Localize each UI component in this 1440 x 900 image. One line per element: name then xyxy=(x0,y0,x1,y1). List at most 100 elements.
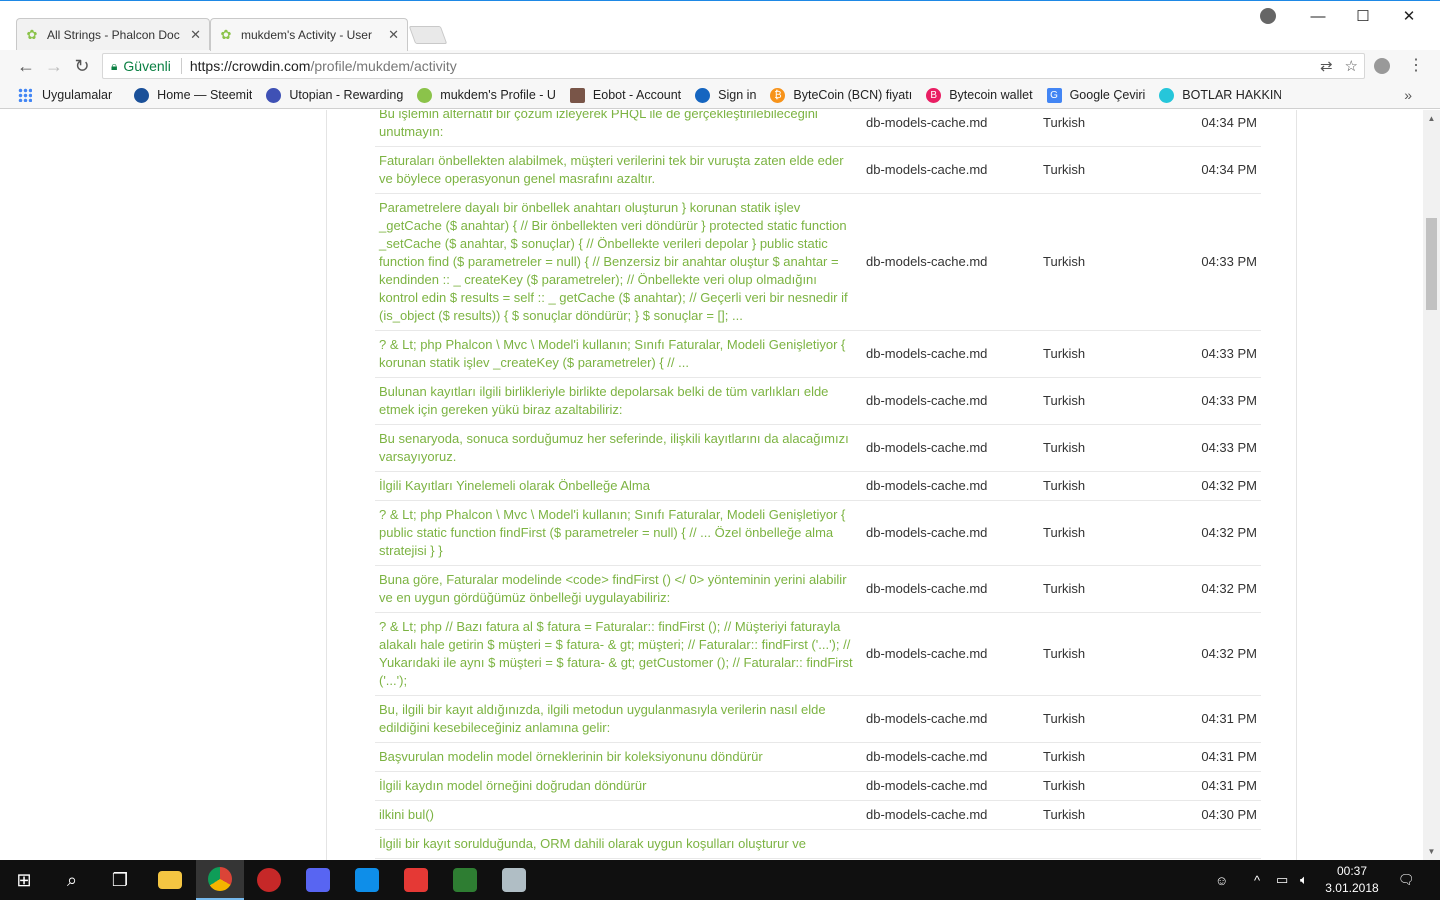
url-path: /profile/mukdem/activity xyxy=(310,58,457,74)
activity-string-link[interactable]: Başvurulan modelin model örneklerinin bi… xyxy=(375,742,862,772)
people-icon[interactable]: ☺ xyxy=(1215,860,1228,900)
action-center-icon[interactable]: 🗨︎ xyxy=(1398,860,1415,900)
forward-icon[interactable]: → xyxy=(41,54,67,78)
file-name: db-models-cache.md xyxy=(862,471,1039,501)
bytecoin-wallet-icon: B xyxy=(926,87,942,103)
chrome-icon[interactable] xyxy=(196,860,244,900)
translate-icon[interactable]: ⇄ xyxy=(1320,57,1333,75)
page-scrollbar[interactable]: ▲ ▼ xyxy=(1423,110,1440,860)
bookmark-utopian[interactable]: Utopian - Rewarding xyxy=(266,87,403,103)
language: Turkish xyxy=(1039,695,1189,743)
timestamp: 04:31 PM xyxy=(1189,771,1261,801)
volume-icon[interactable]: 🔈︎ xyxy=(1300,860,1308,900)
language: Turkish xyxy=(1039,424,1189,472)
apps-grid-icon[interactable] xyxy=(18,88,32,102)
profile-icon[interactable] xyxy=(1260,8,1276,24)
timestamp: 04:32 PM xyxy=(1189,565,1261,613)
file-name: db-models-cache.md xyxy=(862,800,1039,830)
bookmark-eobot[interactable]: Eobot - Account xyxy=(569,87,681,103)
language: Turkish xyxy=(1039,565,1189,613)
address-bar[interactable]: 🔒︎ Güvenli https://crowdin.com/profile/m… xyxy=(102,53,1365,79)
new-tab-button[interactable] xyxy=(408,26,448,44)
activity-string-link[interactable]: İlgili bir kayıt sorulduğunda, ORM dahil… xyxy=(375,829,862,859)
activity-string-link[interactable]: Faturaları önbellekten alabilmek, müşter… xyxy=(375,146,862,194)
bookmark-bytecoin-price[interactable]: ₿ ByteCoin (BCN) fiyatı xyxy=(770,87,913,103)
menu-dots-icon[interactable]: ⋮ xyxy=(1408,55,1424,75)
timestamp xyxy=(1189,829,1261,859)
tab-activity[interactable]: ✿ mukdem's Activity - User ✕ xyxy=(210,18,408,51)
bookmark-bytecoin-wallet[interactable]: B Bytecoin wallet xyxy=(926,87,1033,103)
extension-icon[interactable] xyxy=(1374,58,1390,74)
language: Turkish xyxy=(1039,742,1189,772)
activity-string-link[interactable]: İlgili kaydın model örneğini doğrudan dö… xyxy=(375,771,862,801)
activity-string-link[interactable]: ? & Lt; php // Bazı fatura al $ fatura =… xyxy=(375,612,862,696)
scroll-down-icon[interactable]: ▼ xyxy=(1423,843,1440,860)
file-explorer-icon[interactable] xyxy=(146,860,194,900)
teamviewer-icon[interactable] xyxy=(343,860,391,900)
maximize-icon[interactable]: ☐ xyxy=(1340,1,1386,31)
language: Turkish xyxy=(1039,110,1189,147)
activity-string-link[interactable]: ilkini bul() xyxy=(375,800,862,830)
search-icon[interactable]: ⌕ xyxy=(48,860,96,900)
utopian-icon xyxy=(266,87,282,103)
language: Turkish xyxy=(1039,500,1189,566)
bookmark-label: Sign in xyxy=(718,88,757,102)
reload-icon[interactable]: ↻ xyxy=(69,54,95,78)
app-hazard-icon[interactable] xyxy=(245,860,293,900)
tab-close-icon[interactable]: ✕ xyxy=(190,27,201,43)
activity-string-link[interactable]: ? & Lt; php Phalcon \ Mvc \ Model'i kull… xyxy=(375,500,862,566)
table-row: İlgili bir kayıt sorulduğunda, ORM dahil… xyxy=(375,829,1261,859)
url-text: https://crowdin.com/profile/mukdem/activ… xyxy=(190,58,457,74)
tab-close-icon[interactable]: ✕ xyxy=(388,27,399,43)
back-icon[interactable]: ← xyxy=(13,54,39,78)
bookmark-sign-in[interactable]: Sign in xyxy=(695,87,757,103)
crowdin-icon xyxy=(417,87,433,103)
bookmark-bots[interactable]: BOTLAR HAKKINDA B xyxy=(1159,87,1281,103)
sign-in-icon xyxy=(695,87,711,103)
activity-string-link[interactable]: Bu işlemin alternatif bir çözüm izleyere… xyxy=(375,110,862,147)
activity-string-link[interactable]: Parametrelere dayalı bir önbellek anahta… xyxy=(375,193,862,331)
table-row: Faturaları önbellekten alabilmek, müşter… xyxy=(375,146,1261,194)
file-name: db-models-cache.md xyxy=(862,695,1039,743)
table-row: Bu işlemin alternatif bir çözüm izleyere… xyxy=(375,110,1261,147)
bookmark-label: Home — Steemit xyxy=(157,88,253,102)
bookmark-star-icon[interactable]: ☆ xyxy=(1345,57,1358,75)
app-paint-icon[interactable] xyxy=(490,860,538,900)
discord-icon[interactable] xyxy=(294,860,342,900)
taskbar-clock[interactable]: 00:37 3.01.2018 xyxy=(1322,863,1382,897)
scroll-up-icon[interactable]: ▲ xyxy=(1423,110,1440,127)
table-row: Parametrelere dayalı bir önbellek anahta… xyxy=(375,193,1261,331)
activity-string-link[interactable]: İlgili Kayıtları Yinelemeli olarak Önbel… xyxy=(375,471,862,501)
app-red-icon[interactable] xyxy=(392,860,440,900)
tray-chevron-icon[interactable]: ^ xyxy=(1254,860,1260,900)
activity-string-link[interactable]: ? & Lt; php Phalcon \ Mvc \ Model'i kull… xyxy=(375,330,862,378)
activity-string-link[interactable]: Buna göre, Faturalar modelinde <code> fi… xyxy=(375,565,862,613)
file-name: db-models-cache.md xyxy=(862,330,1039,378)
tab-all-strings[interactable]: ✿ All Strings - Phalcon Doc ✕ xyxy=(16,18,210,51)
language: Turkish xyxy=(1039,377,1189,425)
file-name xyxy=(862,829,1039,859)
table-row: ? & Lt; php Phalcon \ Mvc \ Model'i kull… xyxy=(375,500,1261,566)
scrollbar-thumb[interactable] xyxy=(1426,218,1437,310)
language: Turkish xyxy=(1039,771,1189,801)
app-book-icon[interactable] xyxy=(441,860,489,900)
bookmark-apps[interactable]: Uygulamalar xyxy=(42,88,112,102)
bookmark-google-translate[interactable]: G Google Çeviri xyxy=(1046,87,1145,103)
bookmarks-overflow-icon[interactable]: » xyxy=(1404,87,1412,103)
windows-start-icon[interactable]: ⊞ xyxy=(0,860,48,900)
table-row: Başvurulan modelin model örneklerinin bi… xyxy=(375,742,1261,772)
bookmark-label: ByteCoin (BCN) fiyatı xyxy=(793,88,913,102)
activity-string-link[interactable]: Bu senaryoda, sonuca sorduğumuz her sefe… xyxy=(375,424,862,472)
bookmark-crowdin-profile[interactable]: mukdem's Profile - U xyxy=(417,87,556,103)
activity-string-link[interactable]: Bulunan kayıtları ilgili birlikleriyle b… xyxy=(375,377,862,425)
table-row: İlgili kaydın model örneğini doğrudan dö… xyxy=(375,771,1261,801)
close-window-icon[interactable]: ✕ xyxy=(1386,1,1432,31)
network-icon[interactable]: ▭ xyxy=(1276,860,1288,900)
activity-string-link[interactable]: Bu, ilgili bir kayıt aldığınızda, ilgili… xyxy=(375,695,862,743)
bookmark-steemit[interactable]: Home — Steemit xyxy=(134,87,253,103)
timestamp: 04:33 PM xyxy=(1189,330,1261,378)
task-view-icon[interactable]: ❐ xyxy=(96,860,144,900)
minimize-icon[interactable]: — xyxy=(1295,1,1341,31)
file-name: db-models-cache.md xyxy=(862,424,1039,472)
file-name: db-models-cache.md xyxy=(862,377,1039,425)
